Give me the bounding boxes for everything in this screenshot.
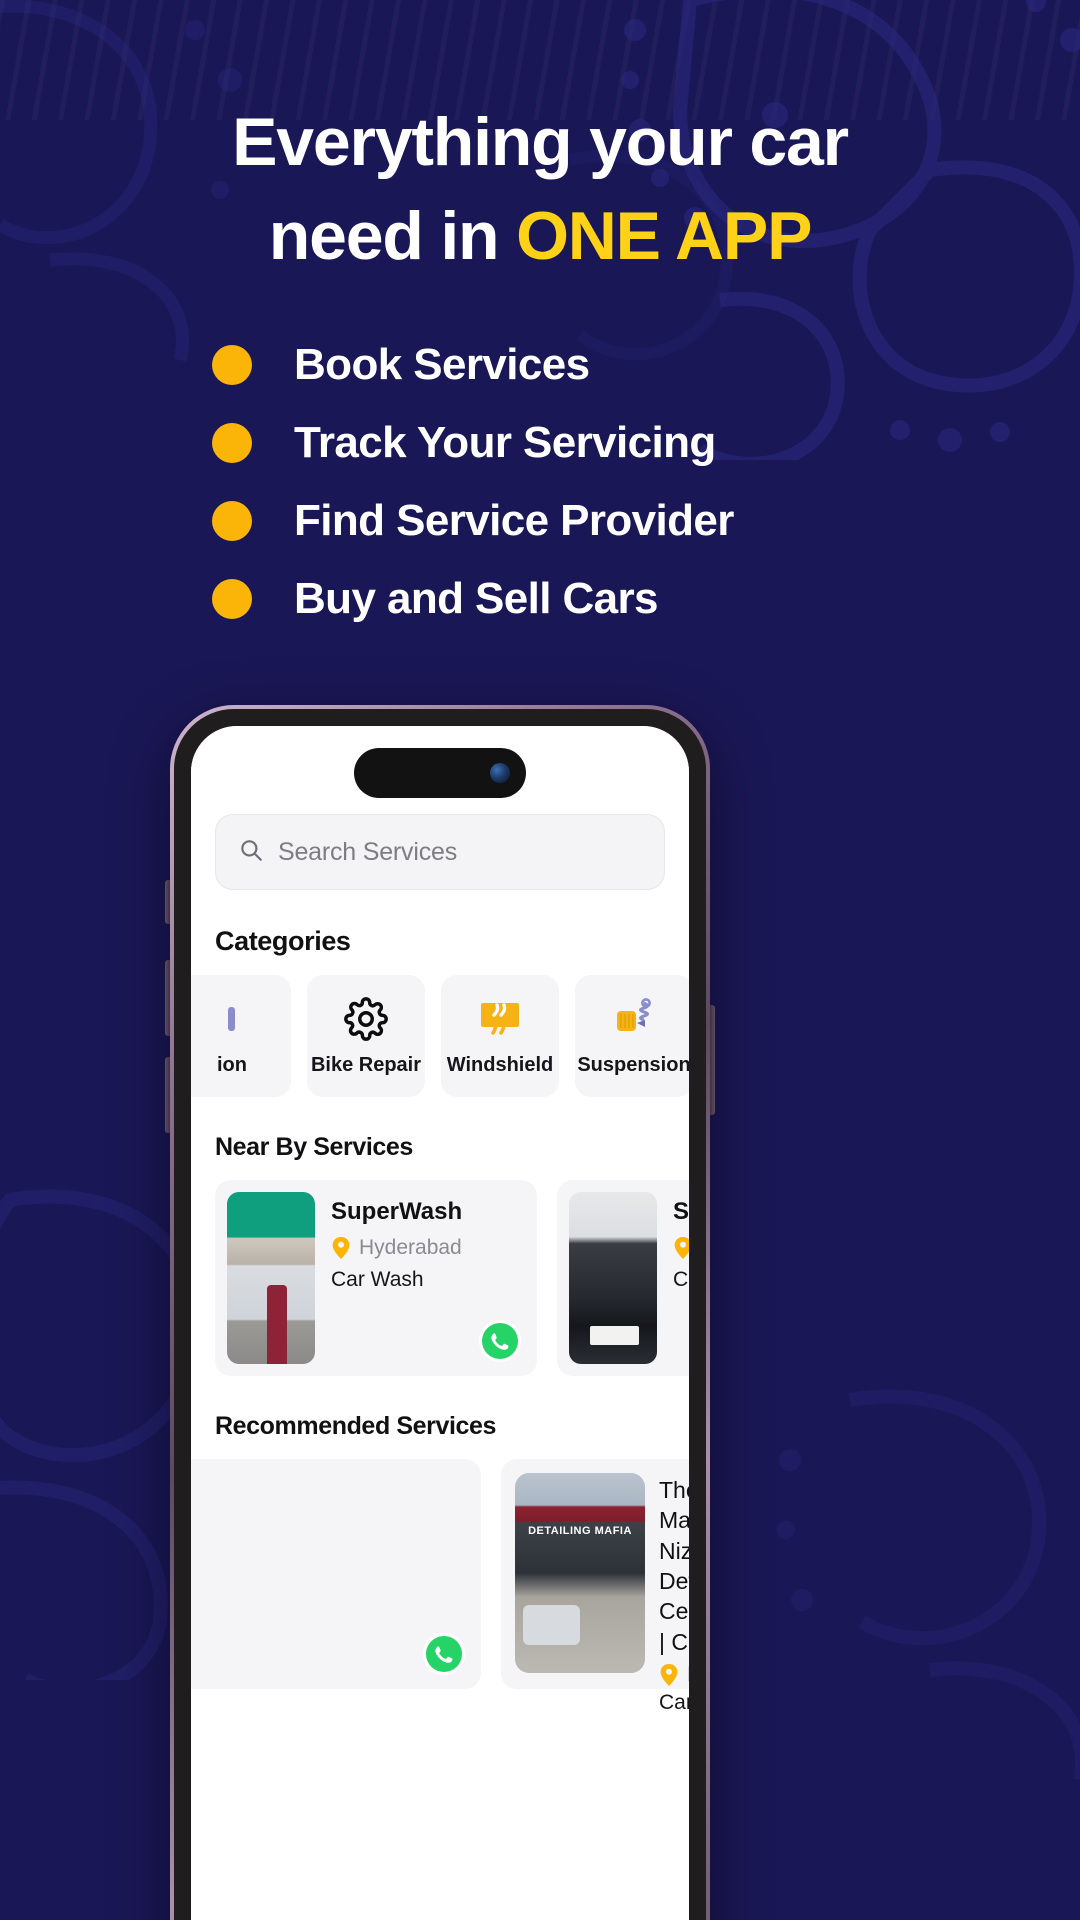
phone-volume-down-button[interactable] [165, 1057, 170, 1133]
list-item: Buy and Sell Cars [212, 574, 1080, 624]
nearby-location-text: Hyderabad [359, 1236, 462, 1259]
list-item: Track Your Servicing [212, 418, 1080, 468]
location-pin-icon [332, 1237, 350, 1259]
nearby-location: Hyderabad [331, 1236, 525, 1260]
recommended-location: Pangra [659, 1663, 689, 1687]
recommended-photo-caption: DETAILING MAFIA [528, 1525, 632, 1537]
bullet-dot-icon [212, 422, 252, 463]
category-label: ion [217, 1053, 247, 1076]
nearby-type: Car Wash [331, 1268, 424, 1291]
feature-label: Track Your Servicing [294, 417, 716, 467]
categories-title: Categories [215, 926, 351, 956]
search-placeholder: Search Services [278, 837, 458, 866]
phone-bezel: Search Services Categories ion Bike Repa… [174, 709, 706, 1920]
recommended-name-line-1: ash [191, 1475, 467, 1505]
recommended-title: Recommended Services [215, 1412, 497, 1440]
category-card-windshield[interactable]: Windshield [441, 975, 559, 1097]
nearby-type: Car Was [673, 1268, 689, 1291]
phone-mute-switch[interactable] [165, 880, 170, 924]
recommended-scroller[interactable]: ash ng [191, 1459, 689, 1714]
category-label: Windshield [446, 1053, 554, 1076]
category-label: Suspension [577, 1053, 689, 1076]
nearby-name: SuperWash [331, 1198, 463, 1225]
phone-volume-up-button[interactable] [165, 960, 170, 1036]
recommended-card-detailing-mafia[interactable]: DETAILING MAFIA The Detailing Mafia Niza… [501, 1459, 689, 1714]
phone-frame: Search Services Categories ion Bike Repa… [165, 705, 715, 1920]
bullet-dot-icon [212, 578, 252, 619]
nearby-location: Hyd [673, 1236, 689, 1260]
feature-list: Book Services Track Your Servicing Find … [0, 340, 1080, 624]
recommended-card-partial[interactable]: ash ng [191, 1459, 481, 1689]
background-pattern-bottom-right [777, 1389, 1080, 1780]
nearby-card-shinz[interactable]: Shinz A Hyd Car Was [557, 1180, 689, 1376]
search-icon [238, 837, 264, 868]
nearby-card-superwash[interactable]: SuperWash Hyderabad Car Wash [215, 1180, 537, 1376]
headline-line-1: Everything your car [232, 104, 849, 180]
location-pin-icon [674, 1237, 689, 1259]
nearby-title: Near By Services [215, 1133, 413, 1161]
feature-label: Book Services [294, 339, 590, 389]
location-pin-icon [660, 1664, 678, 1687]
headline-line-2-prefix: need in [268, 197, 517, 274]
phone-power-button[interactable] [710, 1005, 715, 1115]
hero-section: Everything your car need in ONE APP [0, 0, 1080, 284]
nearby-thumbnail [227, 1192, 315, 1364]
recommended-thumbnail: DETAILING MAFIA [515, 1473, 645, 1673]
front-camera-icon [490, 763, 510, 783]
headline-accent: ONE APP [516, 197, 812, 274]
category-card-bike-repair[interactable]: Bike Repair [307, 975, 425, 1097]
category-card-suspension[interactable]: Suspension [575, 975, 689, 1097]
gear-icon [344, 996, 388, 1042]
recommended-location-text: Pangra [687, 1663, 689, 1687]
recommended-name: The Detailing Mafia Nizamabad | Detailin… [659, 1477, 689, 1655]
category-card-partial[interactable]: ion [191, 975, 291, 1097]
whatsapp-icon[interactable] [479, 1320, 521, 1362]
partial-icon [212, 996, 252, 1042]
nearby-thumbnail [569, 1192, 657, 1364]
app-content: Search Services Categories ion Bike Repa… [191, 726, 689, 1920]
bullet-dot-icon [212, 500, 252, 541]
nearby-name: Shinz A [673, 1198, 689, 1225]
nearby-scroller[interactable]: SuperWash Hyderabad Car Wash S C [191, 1180, 689, 1376]
windshield-icon [477, 996, 523, 1042]
suspension-icon [611, 996, 657, 1042]
recommended-name-line-2: ng [191, 1505, 467, 1535]
feature-label: Buy and Sell Cars [294, 573, 659, 623]
category-label: Bike Repair [310, 1053, 422, 1076]
feature-label: Find Service Provider [294, 495, 734, 545]
categories-scroller[interactable]: ion Bike Repair Windshield Suspension [191, 975, 689, 1097]
page-title: Everything your car need in ONE APP [70, 96, 1010, 284]
search-input[interactable]: Search Services [215, 814, 665, 890]
phone-screen: Search Services Categories ion Bike Repa… [191, 726, 689, 1920]
phone-mockup: Search Services Categories ion Bike Repa… [165, 705, 715, 1920]
recommended-type: Car Wash [659, 1691, 689, 1715]
list-item: Book Services [212, 340, 1080, 390]
whatsapp-icon[interactable] [423, 1633, 465, 1675]
bullet-dot-icon [212, 344, 252, 385]
dynamic-island [354, 748, 526, 798]
list-item: Find Service Provider [212, 496, 1080, 546]
